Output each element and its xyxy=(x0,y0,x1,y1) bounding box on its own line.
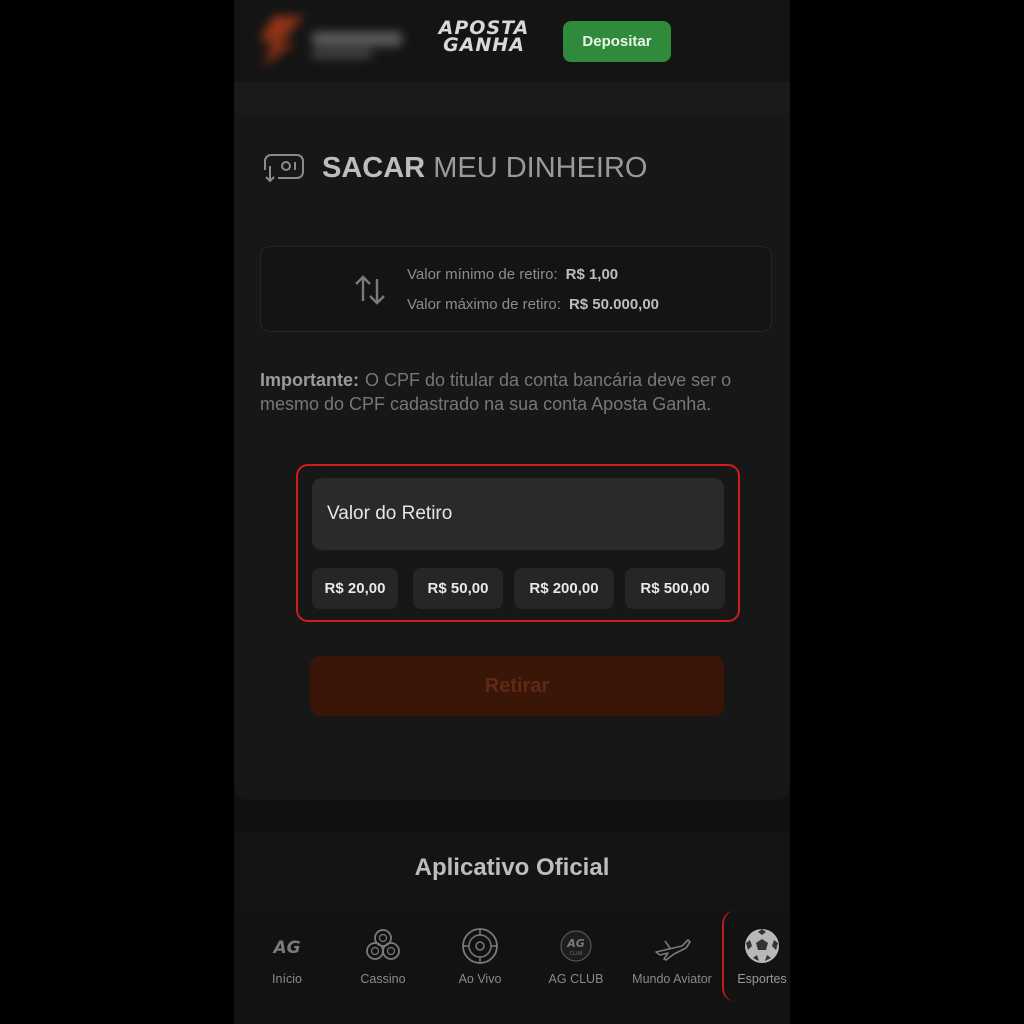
limits-panel: Valor mínimo de retiro: R$ 1,00 Valor máx… xyxy=(260,246,772,332)
withdraw-title-row: SACAR MEU DINHEIRO xyxy=(262,150,762,186)
partner-logo-blurred xyxy=(248,8,408,72)
svg-text:AG: AG xyxy=(566,937,585,950)
top-header: APOSTA GANHA Depositar xyxy=(234,0,790,82)
notice-label: Importante: xyxy=(260,370,359,390)
soccer-ball-icon xyxy=(745,929,779,963)
svg-text:AG: AG xyxy=(271,938,300,958)
bottom-nav: AG Início Cassino Ao Vivo AG CLUB AG CLU… xyxy=(234,910,790,1024)
important-notice: Importante: O CPF do titular da conta ban… xyxy=(260,368,780,416)
withdraw-card: SACAR MEU DINHEIRO Valor mínimo de retir… xyxy=(234,114,790,800)
ag-logo-icon: AG xyxy=(271,938,300,958)
amount-selection-box: Valor do Retiro R$ 20,00 R$ 50,00 R$ 200… xyxy=(296,464,740,622)
deposit-button[interactable]: Depositar xyxy=(563,21,671,62)
ag-club-icon: AG CLUB xyxy=(560,930,592,962)
max-limit: Valor máximo de retiro: R$ 50.000,00 xyxy=(407,296,659,313)
app-screen: APOSTA GANHA Depositar SACAR MEU DINHEIR… xyxy=(234,0,790,1024)
amount-chip-50[interactable]: R$ 50,00 xyxy=(413,568,503,609)
nav-item-ao-vivo[interactable]: Ao Vivo xyxy=(432,926,528,1006)
withdraw-amount-input[interactable]: Valor do Retiro xyxy=(312,478,724,550)
min-limit-label: Valor mínimo de retiro: xyxy=(407,266,558,283)
nav-label-cassino: Cassino xyxy=(360,972,406,986)
min-limit-value: R$ 1,00 xyxy=(565,266,619,283)
page-title: SACAR MEU DINHEIRO xyxy=(322,150,647,186)
title-bold: SACAR xyxy=(322,152,426,184)
header-subbar xyxy=(234,82,790,114)
nav-item-esportes[interactable]: Esportes xyxy=(714,926,790,1006)
nav-label-mundo-aviator: Mundo Aviator xyxy=(632,972,712,986)
official-app-section: Aplicativo Oficial xyxy=(234,832,790,910)
amount-chip-200[interactable]: R$ 200,00 xyxy=(514,568,614,609)
brand-logo[interactable]: APOSTA GANHA xyxy=(424,19,544,60)
svg-text:CLUB: CLUB xyxy=(569,951,583,957)
nav-item-inicio[interactable]: AG Início xyxy=(239,926,335,1006)
title-rest: MEU DINHEIRO xyxy=(433,152,648,184)
nav-label-ao-vivo: Ao Vivo xyxy=(458,972,502,986)
nav-label-inicio: Início xyxy=(272,972,302,986)
official-app-title[interactable]: Aplicativo Oficial xyxy=(234,854,790,882)
airplane-icon xyxy=(655,939,691,961)
amount-chip-20[interactable]: R$ 20,00 xyxy=(312,568,398,609)
max-limit-value: R$ 50.000,00 xyxy=(568,296,660,313)
swap-arrows-icon xyxy=(355,275,385,305)
brand-line-2: GANHA xyxy=(443,34,525,56)
nav-label-ag-club: AG CLUB xyxy=(548,972,604,986)
nav-item-mundo-aviator[interactable]: Mundo Aviator xyxy=(624,926,720,1006)
withdraw-submit-button[interactable]: Retirar xyxy=(310,656,724,716)
nav-label-esportes: Esportes xyxy=(737,972,787,986)
nav-item-ag-club[interactable]: AG CLUB AG CLUB xyxy=(528,926,624,1006)
quick-amount-chips: R$ 20,00 R$ 50,00 R$ 200,00 R$ 500,00 xyxy=(312,568,732,610)
nav-item-cassino[interactable]: Cassino xyxy=(335,926,431,1006)
min-limit: Valor mínimo de retiro: R$ 1,00 xyxy=(407,266,618,283)
casino-chips-icon xyxy=(366,929,400,960)
amount-chip-500[interactable]: R$ 500,00 xyxy=(625,568,725,609)
withdraw-icon xyxy=(264,154,304,184)
roulette-icon xyxy=(462,928,498,964)
max-limit-label: Valor máximo de retiro: xyxy=(407,296,561,313)
